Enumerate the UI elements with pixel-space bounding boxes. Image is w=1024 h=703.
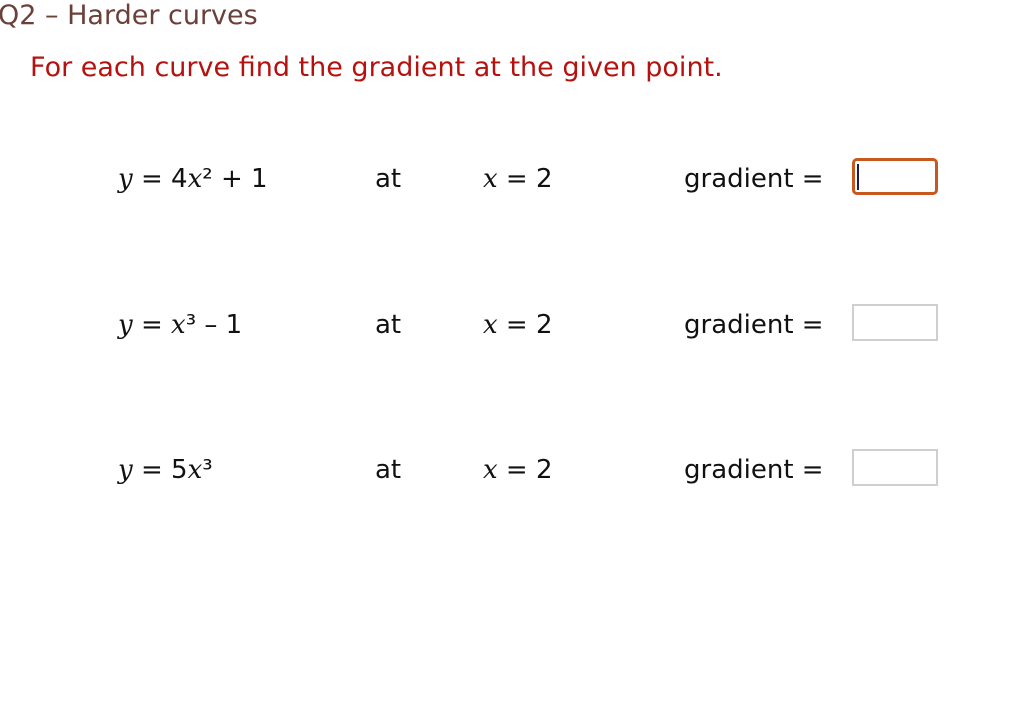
- question-title: Q2 – Harder curves: [0, 0, 258, 31]
- gradient-label: gradient =: [684, 164, 824, 194]
- question-row: y = 5x³ at x = 2 gradient =: [0, 449, 1024, 493]
- at-label: at: [375, 310, 402, 340]
- gradient-answer-input-3[interactable]: [852, 449, 938, 486]
- at-label: at: [375, 164, 402, 194]
- at-label: at: [375, 455, 402, 485]
- curve-equation: y = 5x³: [118, 455, 213, 485]
- point-value: x = 2: [483, 164, 553, 194]
- curve-equation: y = 4x² + 1: [118, 164, 268, 194]
- curve-equation: y = x³ – 1: [118, 310, 243, 340]
- gradient-answer-input-2[interactable]: [852, 304, 938, 341]
- point-value: x = 2: [483, 310, 553, 340]
- question-row: y = 4x² + 1 at x = 2 gradient =: [0, 158, 1024, 202]
- gradient-label: gradient =: [684, 455, 824, 485]
- text-cursor: [857, 164, 859, 190]
- point-value: x = 2: [483, 455, 553, 485]
- question-instruction: For each curve find the gradient at the …: [30, 52, 723, 83]
- question-row: y = x³ – 1 at x = 2 gradient =: [0, 304, 1024, 348]
- gradient-label: gradient =: [684, 310, 824, 340]
- gradient-answer-input-1[interactable]: [852, 158, 938, 195]
